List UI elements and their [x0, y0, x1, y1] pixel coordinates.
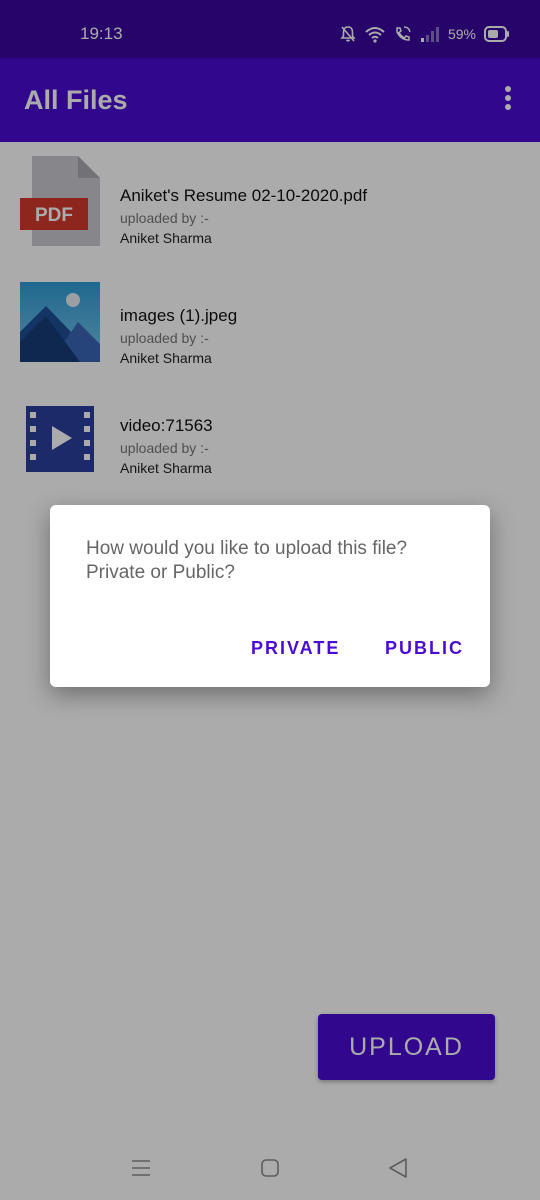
upload-privacy-dialog: How would you like to upload this file? … — [50, 505, 490, 687]
public-button[interactable]: PUBLIC — [385, 638, 464, 659]
private-button[interactable]: PRIVATE — [251, 638, 340, 659]
dialog-message: How would you like to upload this file? … — [86, 538, 408, 583]
